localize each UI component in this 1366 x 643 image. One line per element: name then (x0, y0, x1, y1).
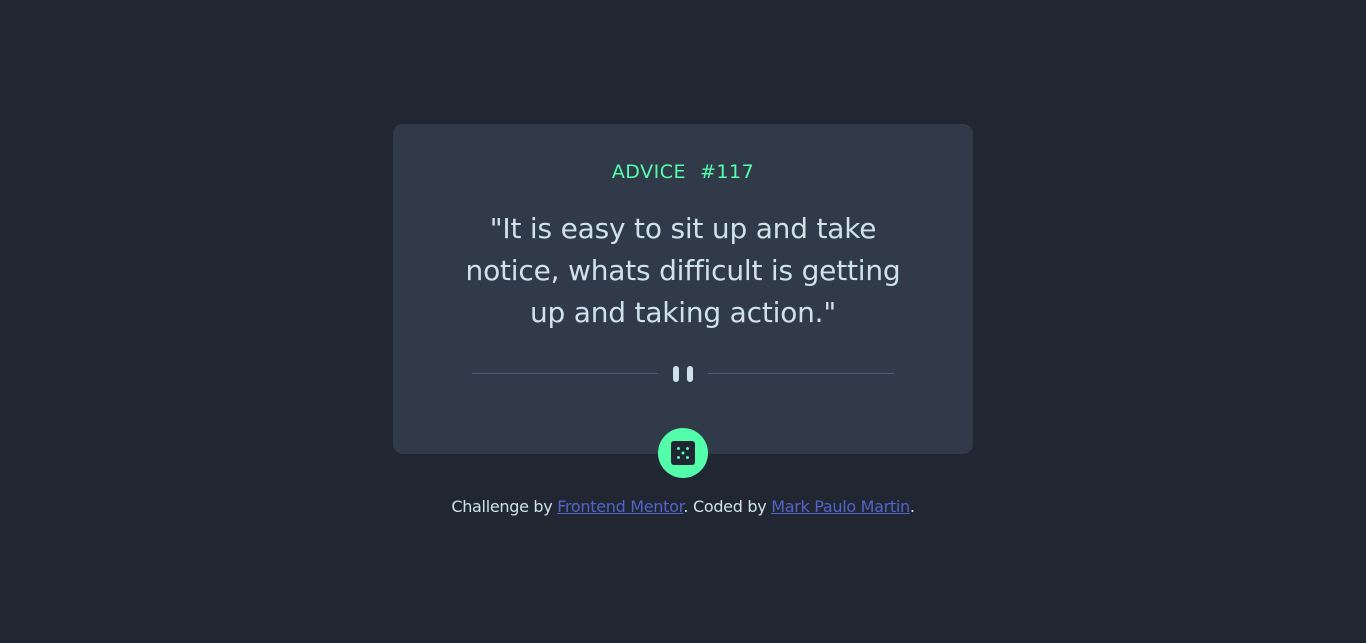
attribution-middle: . Coded by (683, 497, 772, 516)
dice-icon (671, 441, 695, 465)
attribution-prefix: Challenge by (451, 497, 558, 516)
advice-quote: "It is easy to sit up and take notice, w… (465, 212, 901, 329)
new-advice-button[interactable] (658, 428, 708, 478)
divider (472, 363, 894, 385)
author-link[interactable]: Mark Paulo Martin (771, 497, 910, 516)
advice-id: ADVICE #117 (393, 160, 973, 184)
divider-line-left (472, 373, 658, 374)
attribution: Challenge by Frontend Mentor. Coded by M… (0, 496, 1366, 518)
advice-card: ADVICE #117 "It is easy to sit up and tak… (393, 124, 973, 454)
pause-icon (673, 366, 693, 382)
attribution-suffix: . (909, 497, 915, 516)
frontend-mentor-link[interactable]: Frontend Mentor (557, 497, 683, 516)
advice-label: ADVICE (611, 161, 686, 183)
advice-number: #117 (699, 161, 755, 183)
divider-line-right (708, 373, 894, 374)
